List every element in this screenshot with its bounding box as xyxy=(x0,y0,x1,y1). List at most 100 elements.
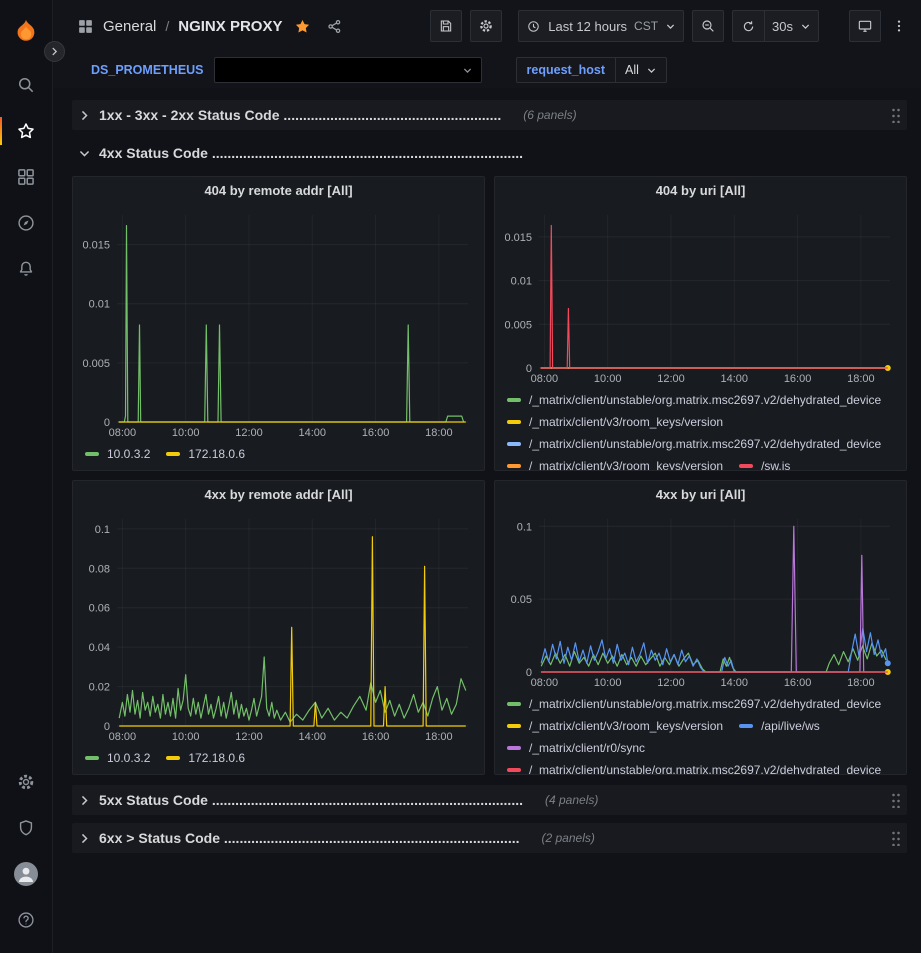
zoom-out-time-button[interactable] xyxy=(692,10,724,42)
legend-item[interactable]: /_matrix/client/r0/sync xyxy=(507,738,645,758)
panel-legend: /_matrix/client/unstable/org.matrix.msc2… xyxy=(495,388,906,470)
panel-title[interactable]: 4xx by uri [All] xyxy=(495,481,906,509)
panel-title[interactable]: 4xx by remote addr [All] xyxy=(73,481,484,509)
row-title: 5xx Status Code ........................… xyxy=(99,792,523,808)
svg-text:10:00: 10:00 xyxy=(594,373,622,385)
clock-icon xyxy=(526,19,541,34)
kebab-menu-button[interactable] xyxy=(889,10,909,42)
time-series-chart[interactable]: 08:0010:0012:0014:0016:0018:0000.050.1 xyxy=(495,509,906,692)
apps-grid-icon[interactable] xyxy=(77,18,94,35)
sidebar-item-search[interactable] xyxy=(0,62,53,108)
sidebar-item-starred[interactable] xyxy=(0,108,53,154)
time-series-chart[interactable]: 08:0010:0012:0014:0016:0018:0000.0050.01… xyxy=(73,205,484,442)
legend-item[interactable]: /api/live/ws xyxy=(739,716,820,736)
breadcrumb: General / NGINX PROXY xyxy=(77,18,343,35)
legend-label: /_matrix/client/unstable/org.matrix.msc2… xyxy=(529,393,881,407)
datasource-select[interactable] xyxy=(214,57,482,83)
legend-item[interactable]: 10.0.3.2 xyxy=(85,748,150,768)
legend-item[interactable]: /_matrix/client/v3/room_keys/version xyxy=(507,456,723,470)
request-host-value: All xyxy=(625,63,639,77)
legend-label: /_matrix/client/v3/room_keys/version xyxy=(529,415,723,429)
refresh-interval-select[interactable]: 30s xyxy=(764,10,819,42)
panel-4xx-by-uri: 4xx by uri [All] 08:0010:0012:0014:0016:… xyxy=(494,480,907,775)
sidebar-item-alerting[interactable] xyxy=(0,246,53,292)
chevron-right-icon xyxy=(78,794,91,807)
dashboard-settings-button[interactable] xyxy=(470,10,502,42)
svg-text:18:00: 18:00 xyxy=(847,373,875,385)
breadcrumb-folder[interactable]: General xyxy=(103,18,156,35)
panel-title[interactable]: 404 by uri [All] xyxy=(495,177,906,205)
legend-swatch xyxy=(507,702,521,706)
sidebar-item-server-admin[interactable] xyxy=(0,805,53,851)
row-1xx-3xx-2xx-status-code[interactable]: 1xx - 3xx - 2xx Status Code ............… xyxy=(72,100,907,130)
row-title: 4xx Status Code ........................… xyxy=(99,145,523,161)
refresh-interval-value: 30s xyxy=(772,19,793,34)
gear-icon xyxy=(16,772,36,792)
share-icon[interactable] xyxy=(326,18,343,35)
row-drag-handle[interactable] xyxy=(891,792,901,808)
sidebar-item-dashboards[interactable] xyxy=(0,154,53,200)
row-5xx-status-code[interactable]: 5xx Status Code ........................… xyxy=(72,785,907,815)
svg-text:0.1: 0.1 xyxy=(517,521,532,533)
panel-legend: 10.0.3.2 172.18.0.6 xyxy=(73,442,484,470)
legend-item[interactable]: /_matrix/client/unstable/org.matrix.msc2… xyxy=(507,694,881,714)
svg-text:18:00: 18:00 xyxy=(425,427,453,439)
svg-text:10:00: 10:00 xyxy=(172,731,200,743)
page-title: NGINX PROXY xyxy=(178,18,282,35)
legend-swatch xyxy=(739,724,753,728)
sidebar-item-explore[interactable] xyxy=(0,200,53,246)
svg-text:08:00: 08:00 xyxy=(109,427,137,439)
save-dashboard-button[interactable] xyxy=(430,10,462,42)
legend-item[interactable]: 172.18.0.6 xyxy=(166,444,245,464)
svg-text:0.005: 0.005 xyxy=(504,319,532,331)
sidebar-item-help[interactable] xyxy=(0,897,53,943)
variables-bar: DS_PROMETHEUS request_host All xyxy=(53,52,921,88)
svg-text:08:00: 08:00 xyxy=(531,677,559,689)
time-range-picker[interactable]: Last 12 hours CST xyxy=(518,10,684,42)
sidebar xyxy=(0,0,53,953)
legend-item[interactable]: /_matrix/client/v3/room_keys/version xyxy=(507,412,723,432)
grafana-flame-icon xyxy=(11,17,41,47)
chevron-right-icon xyxy=(49,46,60,57)
svg-text:0.1: 0.1 xyxy=(95,524,110,536)
legend-item[interactable]: /_matrix/client/v3/room_keys/version xyxy=(507,716,723,736)
svg-text:0.02: 0.02 xyxy=(89,682,110,694)
cycle-view-mode-button[interactable] xyxy=(849,10,881,42)
legend-label: /_matrix/client/unstable/org.matrix.msc2… xyxy=(529,697,881,711)
legend-item[interactable]: /_matrix/client/unstable/org.matrix.msc2… xyxy=(507,390,881,410)
sidebar-item-settings[interactable] xyxy=(0,759,53,805)
panel-404-by-uri: 404 by uri [All] 08:0010:0012:0014:0016:… xyxy=(494,176,907,471)
datasource-label: DS_PROMETHEUS xyxy=(81,57,214,83)
row-drag-handle[interactable] xyxy=(891,107,901,123)
time-series-chart[interactable]: 08:0010:0012:0014:0016:0018:0000.0050.01… xyxy=(495,205,906,388)
svg-text:12:00: 12:00 xyxy=(657,373,685,385)
row-drag-handle[interactable] xyxy=(891,830,901,846)
sidebar-item-profile[interactable] xyxy=(0,851,53,897)
legend-item[interactable]: /sw.js xyxy=(739,456,790,470)
svg-text:0: 0 xyxy=(526,363,532,375)
chevron-down-icon xyxy=(78,147,91,160)
row-4xx-status-code[interactable]: 4xx Status Code ........................… xyxy=(72,138,907,168)
svg-text:0.005: 0.005 xyxy=(82,358,110,370)
legend-label: 172.18.0.6 xyxy=(188,751,245,765)
request-host-select[interactable]: All xyxy=(616,57,667,83)
row-6xx-status-code[interactable]: 6xx > Status Code ......................… xyxy=(72,823,907,853)
favorite-star-icon[interactable] xyxy=(294,18,311,35)
refresh-button[interactable] xyxy=(732,10,764,42)
legend-item[interactable]: /_matrix/client/unstable/org.matrix.msc2… xyxy=(507,434,881,454)
time-series-chart[interactable]: 08:0010:0012:0014:0016:0018:0000.020.040… xyxy=(73,509,484,746)
legend-item[interactable]: /_matrix/client/unstable/org.matrix.msc2… xyxy=(507,760,881,774)
expand-menu-button[interactable] xyxy=(44,41,65,62)
panel-legend: 10.0.3.2 172.18.0.6 xyxy=(73,746,484,774)
svg-text:0.015: 0.015 xyxy=(504,232,532,244)
request-host-label: request_host xyxy=(516,57,617,83)
grafana-app: General / NGINX PROXY xyxy=(0,0,921,953)
svg-text:14:00: 14:00 xyxy=(299,427,327,439)
panel-title[interactable]: 404 by remote addr [All] xyxy=(73,177,484,205)
legend-label: 172.18.0.6 xyxy=(188,447,245,461)
legend-swatch xyxy=(85,756,99,760)
legend-item[interactable]: 10.0.3.2 xyxy=(85,444,150,464)
svg-text:0.04: 0.04 xyxy=(89,642,110,654)
legend-item[interactable]: 172.18.0.6 xyxy=(166,748,245,768)
svg-text:10:00: 10:00 xyxy=(172,427,200,439)
